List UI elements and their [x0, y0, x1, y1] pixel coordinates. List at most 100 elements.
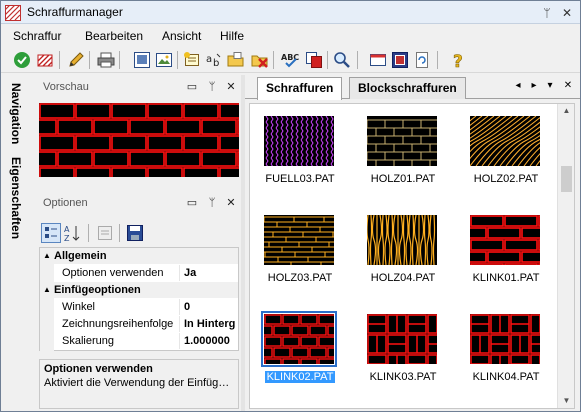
hatch-swatch[interactable]: [470, 116, 540, 166]
property-name: Skalierung: [62, 333, 180, 349]
side-tab-strip: Navigation Eigenschaften: [1, 75, 35, 411]
hatch-swatch[interactable]: [264, 116, 334, 166]
print-icon[interactable]: [97, 51, 115, 69]
collapse-icon[interactable]: ▲: [43, 248, 51, 264]
close-window-button[interactable]: ✕: [559, 5, 575, 21]
gallery-scrollbar[interactable]: ▲ ▼: [557, 104, 574, 408]
property-row[interactable]: Skalierung 1.000000: [40, 333, 238, 349]
property-value[interactable]: 1.000000: [184, 333, 238, 349]
options-panel-header: Optionen ▭ ᛘ ✕: [35, 193, 239, 215]
hatch-tile-klink01[interactable]: KLINK01.PAT: [456, 207, 556, 297]
preview-panel-header: Vorschau ▭ ᛘ ✕: [35, 77, 239, 99]
property-value[interactable]: In Hinterg: [184, 316, 238, 332]
property-pages-icon[interactable]: [95, 223, 115, 243]
pencil-icon[interactable]: [67, 51, 85, 69]
hatch-preview: [39, 103, 239, 177]
side-tab-eigenschaften[interactable]: Eigenschaften: [8, 157, 24, 239]
tab-prev-button[interactable]: ◂: [511, 79, 525, 93]
category-einfuegeoptionen[interactable]: ▲ Einfügeoptionen: [40, 282, 238, 298]
hatch-swatch[interactable]: [470, 314, 540, 364]
main-toolbar: ab ABC ?: [1, 47, 580, 73]
description-title: Optionen verwenden: [44, 363, 153, 375]
copy-icon[interactable]: [305, 51, 323, 69]
scrollbar-thumb[interactable]: [561, 166, 572, 192]
hatch-label-text: HOLZ01.PAT: [370, 173, 436, 185]
close-icon[interactable]: ✕: [224, 196, 238, 210]
hatch-gallery: KLINK04.PAT KLINK03.PAT KLINK02.PAT KLINK01…: [249, 103, 575, 409]
hatch-swatch[interactable]: [264, 215, 334, 265]
save-icon[interactable]: [125, 223, 145, 243]
property-description: Optionen verwenden Aktiviert die Verwend…: [39, 359, 239, 409]
property-row[interactable]: Zeichnungsreihenfolge In Hinterg: [40, 316, 238, 332]
preview-window-icon[interactable]: [133, 51, 151, 69]
tab-schraffuren[interactable]: Schraffuren: [257, 77, 343, 100]
property-value[interactable]: 0: [184, 299, 238, 315]
property-row[interactable]: Winkel 0: [40, 299, 238, 315]
magnify-icon[interactable]: [333, 51, 351, 69]
side-tab-navigation[interactable]: Navigation: [8, 83, 24, 144]
hatch-tile-holz03[interactable]: HOLZ03.PAT: [250, 207, 350, 297]
folder-open-icon[interactable]: [227, 51, 245, 69]
scroll-up-icon[interactable]: ▲: [558, 104, 574, 118]
tab-blockschraffuren[interactable]: Blockschraffuren: [349, 77, 466, 99]
menu-ansicht[interactable]: Ansicht: [162, 29, 201, 43]
image-icon[interactable]: [155, 51, 173, 69]
tab-close-button[interactable]: ✕: [561, 79, 575, 93]
frame-icon[interactable]: [391, 51, 409, 69]
refresh-icon[interactable]: [413, 51, 431, 69]
hatch-tile-klink02[interactable]: KLINK02.PAT: [250, 306, 350, 396]
scroll-down-icon[interactable]: ▼: [558, 394, 574, 408]
options-panel-title: Optionen: [43, 197, 88, 209]
close-icon[interactable]: ✕: [224, 80, 238, 94]
restore-icon[interactable]: ▭: [185, 80, 199, 94]
menu-hilfe[interactable]: Hilfe: [220, 29, 244, 43]
category-label: Einfügeoptionen: [54, 284, 141, 296]
menu-schraffur[interactable]: Schraffur: [13, 29, 61, 43]
text-replace-icon[interactable]: ab: [205, 51, 223, 69]
spellcheck-icon[interactable]: ABC: [281, 51, 299, 69]
hatch-label: KLINK04.PAT: [456, 370, 556, 384]
hatch-tile-holz02[interactable]: HOLZ02.PAT: [456, 108, 556, 198]
collapse-icon[interactable]: ▲: [43, 282, 51, 298]
hatch-swatch[interactable]: [367, 314, 437, 364]
hatch-tile-klink04[interactable]: KLINK04.PAT: [456, 306, 556, 396]
sort-alphabetical-icon[interactable]: AZ: [63, 223, 83, 243]
hatch-tile-klink03[interactable]: KLINK03.PAT: [353, 306, 453, 396]
tab-next-button[interactable]: ▸: [527, 79, 541, 93]
hatch-swatch[interactable]: [261, 311, 337, 367]
property-value[interactable]: Ja: [184, 265, 238, 281]
hatch-tile-holz04[interactable]: HOLZ04.PAT: [353, 207, 453, 297]
panel-icon[interactable]: [369, 51, 387, 69]
hatch-swatch[interactable]: [470, 215, 540, 265]
restore-icon[interactable]: ▭: [185, 196, 199, 210]
toolbar-separator: [273, 51, 274, 69]
pin-icon[interactable]: ᛘ: [205, 80, 219, 94]
pin-icon[interactable]: ᛘ: [539, 5, 555, 21]
property-row[interactable]: Optionen verwenden Ja: [40, 265, 238, 281]
property-name: Optionen verwenden: [62, 265, 180, 281]
hatch-label: KLINK03.PAT: [353, 370, 453, 384]
toolbar-separator: [357, 51, 358, 69]
toolbar-separator: [88, 224, 89, 242]
categorized-view-icon[interactable]: [41, 223, 61, 243]
property-name: Winkel: [62, 299, 180, 315]
pin-icon[interactable]: ᛘ: [205, 196, 219, 210]
help-icon[interactable]: ?: [449, 51, 467, 69]
hatch-label: KLINK02.PAT: [250, 370, 350, 384]
hatch-label-text: KLINK01.PAT: [472, 272, 540, 284]
folder-delete-icon[interactable]: [251, 51, 269, 69]
tab-strip: Schraffuren Blockschraffuren ◂ ▸ ▾ ✕: [245, 75, 580, 100]
svg-text:a: a: [206, 54, 212, 65]
new-hatch-icon[interactable]: [183, 51, 201, 69]
right-panel: Schraffuren Blockschraffuren ◂ ▸ ▾ ✕ KLI…: [245, 75, 580, 411]
hatch-swatch[interactable]: [367, 215, 437, 265]
hatch-tile-fuell03[interactable]: FUELL03.PAT: [250, 108, 350, 198]
category-allgemein[interactable]: ▲ Allgemein: [40, 248, 238, 264]
hatch-label-text: HOLZ04.PAT: [370, 272, 436, 284]
hatch-swatch[interactable]: [367, 116, 437, 166]
hatch-delete-icon[interactable]: [37, 51, 55, 69]
tab-menu-button[interactable]: ▾: [543, 79, 557, 93]
hatch-tile-holz01[interactable]: HOLZ01.PAT: [353, 108, 453, 198]
menu-bearbeiten[interactable]: Bearbeiten: [85, 29, 143, 43]
check-icon[interactable]: [13, 51, 31, 69]
